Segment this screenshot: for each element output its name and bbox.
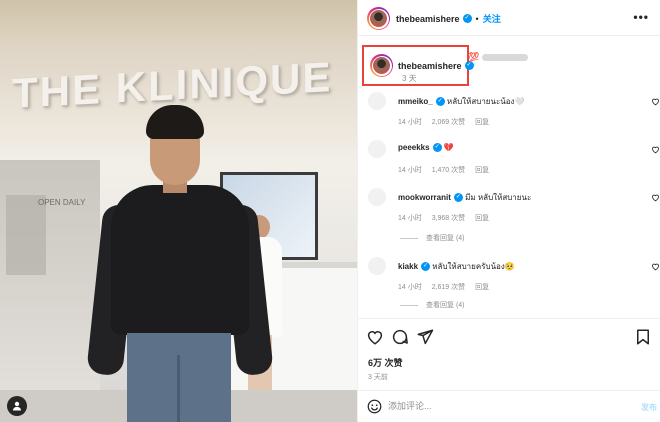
comment-text-row: mmeiko_ ✓ หลับให้สบายนะน้อง🤍 — [398, 95, 524, 108]
comment-username[interactable]: peeekks — [398, 143, 430, 152]
heart-icon[interactable] — [651, 193, 660, 202]
separator-dot: • — [475, 13, 479, 24]
author-avatar-ring[interactable] — [367, 7, 390, 30]
reply-button[interactable]: 回复 — [475, 119, 489, 126]
verified-icon: ✓ — [453, 193, 463, 203]
photo-subject — [86, 105, 274, 422]
reply-button[interactable]: 回复 — [475, 284, 489, 291]
caption-avatar-ring[interactable] — [370, 54, 393, 77]
follow-button[interactable]: 关注 — [483, 12, 501, 25]
comment-meta: 14 小时 2,069 次赞 回复 — [398, 117, 497, 127]
emoji-icon[interactable] — [367, 399, 382, 414]
comment-text: 💔 — [443, 143, 454, 152]
post-header: thebeamishere ✓ • 关注 ••• — [358, 0, 660, 36]
comment-username[interactable]: kiakk — [398, 262, 418, 271]
post-comment-button[interactable]: 发布 — [641, 402, 657, 413]
verified-icon: ✓ — [435, 97, 445, 107]
post-detail-panel: thebeamishere ✓ • 关注 ••• thebeamishere ✓… — [357, 0, 660, 422]
comment-text-row: peeekks ✓ 💔 — [398, 143, 454, 153]
comment-likes[interactable]: 3,968 次赞 — [432, 215, 465, 222]
verified-icon: ✓ — [462, 14, 472, 23]
heart-icon[interactable] — [651, 97, 660, 106]
comment-likes[interactable]: 1,470 次赞 — [432, 167, 465, 174]
verified-icon: ✓ — [432, 143, 442, 153]
like-count[interactable]: 6万 次赞 — [368, 356, 403, 369]
comment-text: มีม หลับให้สบายนะ — [465, 193, 532, 202]
share-icon[interactable] — [416, 328, 434, 346]
action-bar — [366, 328, 656, 348]
heart-icon[interactable] — [651, 145, 660, 154]
divider — [358, 318, 660, 319]
comment-username[interactable]: mookworranit — [398, 193, 451, 202]
author-info: thebeamishere ✓ • 关注 — [367, 7, 501, 30]
avatar[interactable] — [370, 10, 387, 27]
comment-time: 14 小时 — [398, 215, 422, 222]
comment-icon[interactable] — [391, 328, 409, 346]
avatar[interactable] — [368, 257, 386, 275]
comment-time: 14 小时 — [398, 119, 422, 126]
caption-avatar[interactable] — [373, 57, 390, 74]
replies-divider — [400, 304, 418, 306]
view-replies-button[interactable]: 查看回复 (4) — [400, 300, 465, 310]
comment-meta: 14 小时 1,470 次赞 回复 — [398, 165, 497, 175]
avatar[interactable] — [368, 92, 386, 110]
view-replies-label: 查看回复 (4) — [426, 302, 465, 309]
heart-icon[interactable] — [366, 328, 384, 346]
comment-text-row: kiakk ✓ หลับให้สบายครับน้อง🥺 — [398, 260, 515, 273]
caption-username[interactable]: thebeamishere — [398, 61, 462, 71]
comment-input[interactable] — [388, 397, 618, 415]
replies-divider — [400, 237, 418, 239]
comment-time: 14 小时 — [398, 284, 422, 291]
comment-meta: 14 小时 3,968 次赞 回复 — [398, 213, 497, 223]
post-date: 3 天前 — [368, 374, 388, 381]
caption-timestamp: 3 天 — [402, 74, 417, 83]
comment-likes[interactable]: 2,619 次赞 — [432, 284, 465, 291]
avatar[interactable] — [368, 188, 386, 206]
reply-button[interactable]: 回复 — [475, 215, 489, 222]
photo-display-panel — [6, 195, 46, 275]
photo-panel-text: OPEN DAILY — [38, 198, 86, 207]
caption-highlight-box: thebeamishere ✓ 3 天 — [362, 45, 474, 86]
comment-time: 14 小时 — [398, 167, 422, 174]
caption-emoji: 💯 — [468, 52, 480, 62]
user-tag-icon[interactable] — [7, 396, 27, 416]
view-replies-button[interactable]: 查看回复 (4) — [400, 233, 465, 243]
verified-icon: ✓ — [421, 262, 431, 272]
comment-username[interactable]: mmeiko_ — [398, 97, 433, 106]
more-options-icon[interactable]: ••• — [633, 10, 649, 24]
post-photo[interactable]: THE KLINIQUE OPEN DAILY — [0, 0, 357, 422]
caption-author-row: thebeamishere ✓ — [370, 54, 474, 77]
comment-text-row: mookworranit ✓ มีม หลับให้สบายนะ — [398, 191, 531, 204]
add-comment-bar: 发布 — [358, 391, 660, 422]
comment-meta: 14 小时 2,619 次赞 回复 — [398, 282, 497, 292]
heart-icon[interactable] — [651, 262, 660, 271]
comment-likes[interactable]: 2,069 次赞 — [432, 119, 465, 126]
view-replies-label: 查看回复 (4) — [426, 235, 465, 242]
caption-blurred-text — [482, 54, 528, 61]
author-username[interactable]: thebeamishere — [396, 14, 460, 24]
comment-text: หลับให้สบายครับน้อง🥺 — [432, 262, 515, 271]
comment-text: หลับให้สบายนะน้อง🤍 — [446, 97, 525, 106]
bookmark-icon[interactable] — [634, 328, 652, 346]
reply-button[interactable]: 回复 — [475, 167, 489, 174]
avatar[interactable] — [368, 140, 386, 158]
